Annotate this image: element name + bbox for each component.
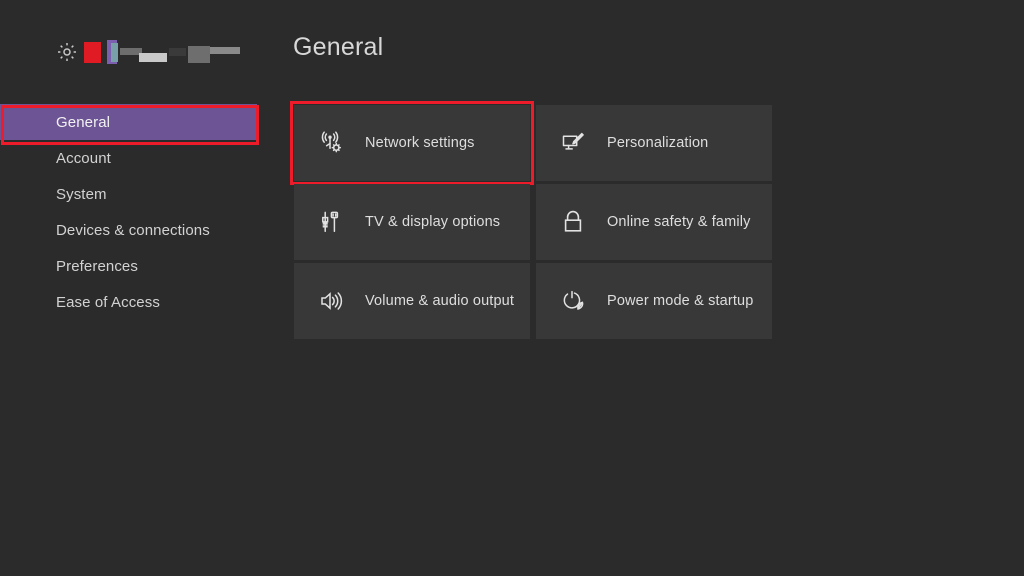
padlock-icon (560, 209, 586, 235)
sidebar-item-general[interactable]: General (0, 104, 257, 140)
sidebar-item-label: Ease of Access (56, 293, 160, 311)
tile-label: Power mode & startup (607, 293, 754, 309)
tile-label: Personalization (607, 135, 709, 151)
header-icon-cluster (56, 38, 118, 66)
cable-connector-icon (318, 209, 344, 235)
sidebar-item-label: System (56, 185, 107, 203)
sidebar-item-system[interactable]: System (0, 176, 270, 212)
blurred-text-segment-2 (139, 52, 167, 62)
network-antenna-gear-icon (318, 130, 344, 156)
sidebar-item-label: General (56, 113, 111, 131)
settings-sidebar: General Account System Devices & connect… (0, 104, 270, 320)
tile-network-settings[interactable]: Network settings (290, 101, 534, 185)
tile-power-mode-startup[interactable]: Power mode & startup (536, 263, 772, 339)
obscured-header-text (120, 44, 240, 64)
tile-tv-display-options[interactable]: TV & display options (294, 184, 530, 260)
blurred-text-segment-3 (169, 48, 186, 56)
sidebar-item-label: Account (56, 149, 111, 167)
tile-label: TV & display options (365, 214, 501, 230)
sidebar-item-account[interactable]: Account (0, 140, 270, 176)
sidebar-item-label: Devices & connections (56, 221, 210, 239)
gear-icon[interactable] (56, 41, 78, 63)
blurred-text-segment-4 (188, 45, 210, 63)
app-chip-split-icon[interactable] (107, 40, 118, 64)
tile-label: Volume & audio output (365, 293, 515, 309)
xbox-settings-screen: General General Account System Devices &… (0, 0, 1024, 576)
sidebar-item-ease-of-access[interactable]: Ease of Access (0, 284, 270, 320)
tile-label: Network settings (365, 135, 475, 151)
monitor-pencil-icon (560, 130, 586, 156)
power-leaf-icon (560, 288, 586, 314)
sidebar-item-label: Preferences (56, 257, 138, 275)
app-chip-red-icon[interactable] (84, 41, 101, 63)
tile-personalization[interactable]: Personalization (536, 105, 772, 181)
speaker-waves-icon (318, 288, 344, 314)
sidebar-item-devices-connections[interactable]: Devices & connections (0, 212, 270, 248)
tile-online-safety-family[interactable]: Online safety & family (536, 184, 772, 260)
header-bar: General (0, 0, 1024, 92)
settings-tile-grid: Network settings Personalization TV & di… (290, 101, 772, 339)
tile-label: Online safety & family (607, 214, 751, 230)
blurred-text-segment-5 (210, 47, 240, 54)
page-title: General (293, 33, 384, 61)
sidebar-item-preferences[interactable]: Preferences (0, 248, 270, 284)
tile-volume-audio-output[interactable]: Volume & audio output (294, 263, 530, 339)
